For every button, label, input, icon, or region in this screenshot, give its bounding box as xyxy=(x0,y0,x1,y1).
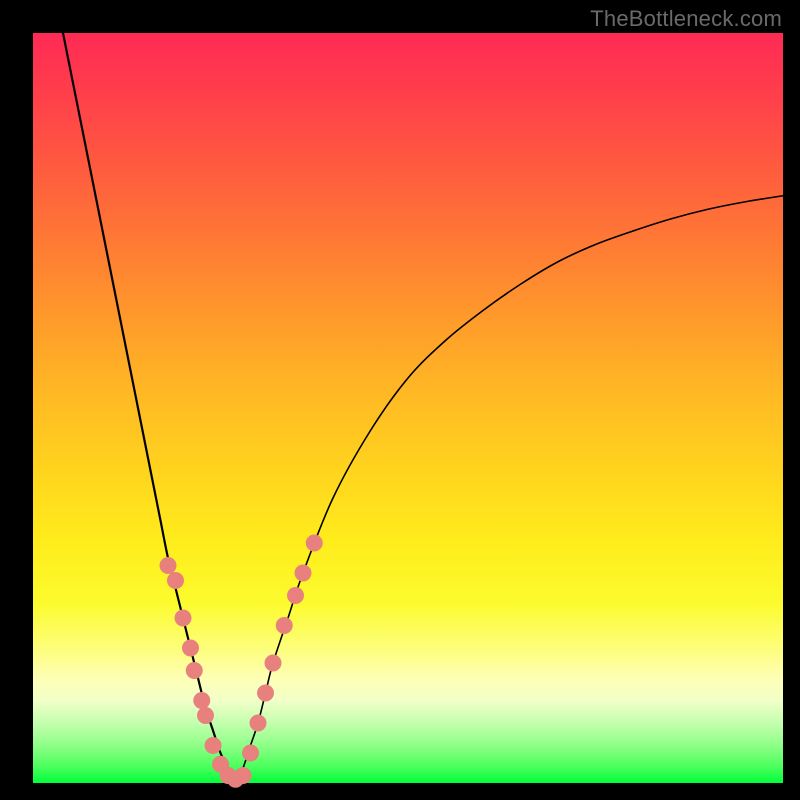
chart-frame: TheBottleneck.com xyxy=(0,0,800,800)
highlight-dot xyxy=(287,587,304,604)
highlight-dot xyxy=(250,715,267,732)
highlight-dot xyxy=(257,685,274,702)
right-branch-curve xyxy=(236,196,784,783)
highlight-dot xyxy=(193,692,210,709)
plot-area xyxy=(33,33,783,783)
highlight-dot xyxy=(295,565,312,582)
highlight-dot xyxy=(167,572,184,589)
highlight-dot xyxy=(186,662,203,679)
highlight-dot xyxy=(306,535,323,552)
highlight-dot xyxy=(242,745,259,762)
highlight-dot xyxy=(160,557,177,574)
left-branch-curve xyxy=(63,33,236,783)
highlight-dot xyxy=(205,737,222,754)
highlight-dot xyxy=(175,610,192,627)
highlighted-dots-group xyxy=(160,535,323,788)
highlight-dot xyxy=(235,767,252,784)
highlight-dot xyxy=(197,707,214,724)
highlight-dot xyxy=(276,617,293,634)
watermark-text: TheBottleneck.com xyxy=(590,6,782,32)
highlight-dot xyxy=(182,640,199,657)
chart-svg xyxy=(33,33,783,783)
highlight-dot xyxy=(265,655,282,672)
